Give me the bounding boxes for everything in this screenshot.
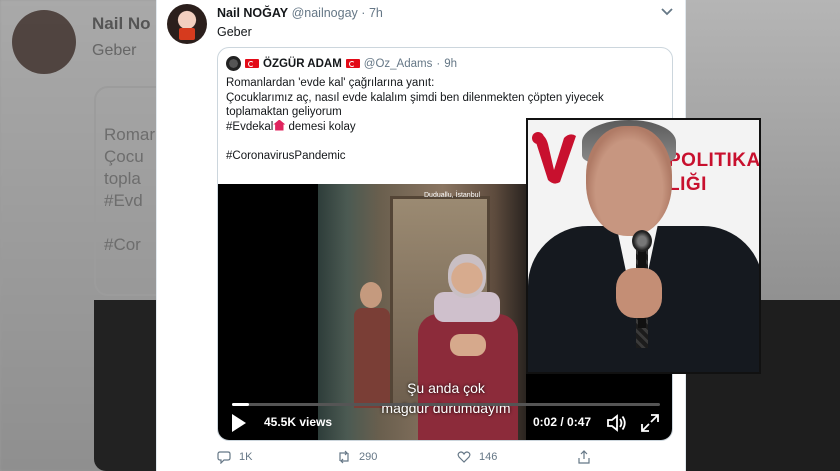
quoted-line: Çocuklarımız aç, nasıl evde kalalım şimd… — [226, 91, 604, 104]
blurred-line: #Cor — [104, 235, 141, 254]
quoted-tweet-header: ÖZGÜR ADAM @Oz_Adams · 9h — [226, 56, 457, 71]
share-button[interactable] — [577, 450, 591, 464]
retweet-count: 290 — [359, 451, 378, 463]
tweet-text: Geber — [217, 25, 252, 39]
child-head — [360, 282, 382, 308]
blurred-line: #Evd — [104, 191, 143, 210]
like-button[interactable]: 146 — [457, 450, 497, 464]
blurred-line: Romar — [104, 125, 156, 144]
quoted-author-handle[interactable]: @Oz_Adams — [364, 58, 433, 70]
overlay-photo: POLITIKA LIĞI — [526, 118, 761, 374]
video-location-tag: Duduallu, İstanbul — [424, 192, 481, 199]
turkey-flag-icon — [345, 59, 360, 68]
man-face — [586, 126, 672, 236]
retweet-button[interactable]: 290 — [337, 450, 377, 464]
play-icon[interactable] — [232, 414, 246, 432]
hashtag-suffix: demesi kolay — [285, 120, 356, 133]
sign-text-line-1: POLITIKA — [668, 150, 761, 171]
tweet-header: Nail NOĞAY @nailnogay · 7h — [217, 6, 383, 20]
blurred-quote-lines: Romar Çocu topla #Evd #Cor — [104, 124, 155, 256]
reply-count: 1K — [239, 451, 253, 463]
video-progress-bar[interactable] — [232, 403, 660, 406]
tweet-time[interactable]: 7h — [369, 6, 383, 20]
author-name[interactable]: Nail NOĞAY — [217, 6, 288, 20]
volume-icon[interactable] — [606, 413, 628, 433]
man-hand — [616, 268, 662, 318]
quoted-author-avatar[interactable] — [226, 56, 241, 71]
blurred-text: Geber — [92, 42, 137, 59]
quoted-line: Romanlardan 'evde kal' çağrılarına yanıt… — [226, 77, 435, 89]
retweet-icon — [339, 450, 349, 464]
separator-dot: · — [361, 6, 366, 20]
video-views: 45.5K views — [264, 415, 333, 429]
woman-head — [448, 254, 486, 298]
blurred-avatar — [12, 10, 76, 74]
woman-hands — [450, 334, 486, 356]
red-logo-icon — [532, 132, 576, 184]
share-icon — [578, 450, 590, 464]
house-icon — [273, 119, 286, 131]
separator-dot: · — [436, 57, 441, 70]
author-avatar[interactable] — [167, 4, 207, 44]
like-count: 146 — [479, 451, 498, 463]
quoted-tweet-time[interactable]: 9h — [444, 58, 457, 70]
reply-button[interactable]: 1K — [217, 450, 252, 464]
screenshot-stage: Nail No Geber Romar Çocu topla #Evd #Cor… — [0, 0, 840, 471]
hashtag-evdekal[interactable]: #Evdekal — [226, 121, 273, 133]
quoted-author-name[interactable]: ÖZGÜR ADAM — [263, 58, 342, 70]
heart-icon — [457, 451, 471, 463]
video-subtitle-line-1: Şu anda çok — [407, 380, 485, 396]
blurred-line-spacer — [104, 212, 155, 234]
blurred-line: Çocu — [104, 147, 144, 166]
chevron-down-icon[interactable] — [661, 4, 673, 19]
blurred-name: Nail No — [92, 14, 151, 33]
blurred-line: topla — [104, 169, 141, 188]
reply-icon — [217, 451, 231, 464]
sign-text-line-2: LIĞI — [668, 174, 707, 195]
turkey-flag-icon — [245, 59, 259, 68]
fullscreen-icon[interactable] — [640, 413, 660, 433]
video-time: 0:02 / 0:47 — [533, 415, 592, 429]
author-handle[interactable]: @nailnogay — [292, 6, 358, 20]
video-progress-fill — [232, 403, 250, 406]
microphone-icon — [632, 230, 652, 252]
